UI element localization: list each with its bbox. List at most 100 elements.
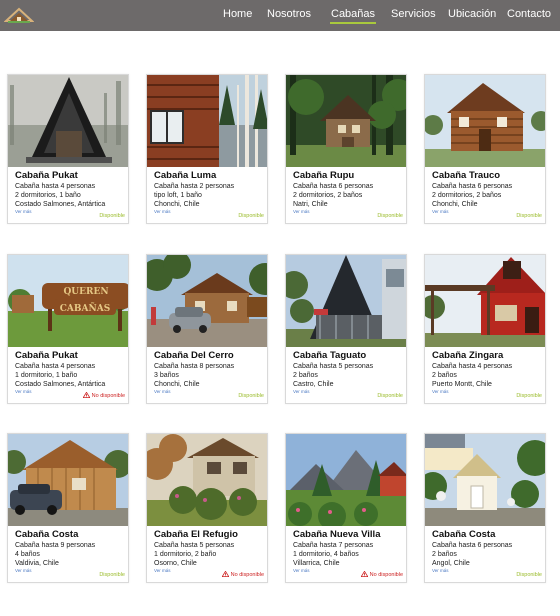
cabin-title: Cabaña Rupu (293, 170, 355, 181)
card-body: Cabaña Taguato Cabaña hasta 5 personas 2… (286, 347, 406, 403)
card-body: Cabaña Del Cerro Cabaña hasta 8 personas… (147, 347, 267, 403)
cabin-card[interactable]: Cabaña Rupu Cabaña hasta 6 personas 2 do… (285, 74, 407, 224)
cabin-title: Cabaña El Refugio (154, 529, 238, 540)
cabin-card[interactable]: Cabaña El Refugio Cabaña hasta 5 persona… (146, 433, 268, 583)
cabin-image[interactable]: QUEREN CABAÑAS (8, 255, 128, 347)
cabin-rooms: 1 dormitorio, 4 baños (293, 551, 359, 558)
nav-home[interactable]: Home (223, 8, 252, 20)
cabin-card[interactable]: Cabaña Taguato Cabaña hasta 5 personas 2… (285, 254, 407, 404)
cabin-card[interactable]: Cabaña Pukat Cabaña hasta 4 personas 2 d… (7, 74, 129, 224)
cabin-capacity: Cabaña hasta 7 personas (293, 542, 374, 549)
availability-badge: Disponible (377, 393, 403, 399)
warning-icon (221, 571, 229, 577)
cabin-image[interactable] (147, 434, 267, 526)
nav-ubicacion[interactable]: Ubicación (448, 8, 496, 20)
cabin-title: Cabaña Trauco (432, 170, 501, 181)
card-body: Cabaña Luma Cabaña hasta 2 personas tipo… (147, 167, 267, 223)
cabin-card[interactable]: Cabaña Del Cerro Cabaña hasta 8 personas… (146, 254, 268, 404)
card-body: Cabaña Rupu Cabaña hasta 6 personas 2 do… (286, 167, 406, 223)
svg-text:QUEREN: QUEREN (63, 287, 108, 297)
cabin-rooms: 1 dormitorio, 1 baño (15, 372, 78, 379)
availability-badge: Disponible (516, 572, 542, 578)
cabin-image[interactable] (147, 75, 267, 167)
cabin-card[interactable]: Cabaña Costa Cabaña hasta 9 personas 4 b… (7, 433, 129, 583)
ver-mas-link[interactable]: Ver más (154, 209, 171, 214)
cabin-title: Cabaña Costa (432, 529, 496, 540)
cabin-location: Chonchi, Chile (154, 381, 200, 388)
ver-mas-link[interactable]: Ver más (432, 568, 449, 573)
cabin-capacity: Cabaña hasta 4 personas (15, 363, 96, 370)
nav-nosotros[interactable]: Nosotros (267, 8, 311, 20)
cabin-photo (286, 75, 406, 167)
ver-mas-link[interactable]: Ver más (293, 389, 310, 394)
cabin-image[interactable] (286, 255, 406, 347)
cabin-location: Chonchi, Chile (154, 201, 200, 208)
availability-text: Disponible (377, 393, 403, 399)
cabin-photo: QUEREN CABAÑAS (8, 255, 128, 347)
ver-mas-link[interactable]: Ver más (15, 568, 32, 573)
cabin-location: Osorno, Chile (154, 560, 197, 567)
cabin-image[interactable] (425, 255, 545, 347)
cabin-image[interactable] (147, 255, 267, 347)
card-body: Cabaña El Refugio Cabaña hasta 5 persona… (147, 526, 267, 582)
cabin-capacity: Cabaña hasta 2 personas (154, 183, 235, 190)
ver-mas-link[interactable]: Ver más (154, 389, 171, 394)
cabin-image[interactable] (425, 434, 545, 526)
availability-text: Disponible (238, 213, 264, 219)
ver-mas-link[interactable]: Ver más (432, 209, 449, 214)
cabin-card[interactable]: Cabaña Zingara Cabaña hasta 4 personas 2… (424, 254, 546, 404)
cabin-photo (8, 75, 128, 167)
availability-badge: Disponible (238, 393, 264, 399)
cabin-card[interactable]: Cabaña Costa Cabaña hasta 6 personas 2 b… (424, 433, 546, 583)
cabin-card[interactable]: Cabaña Nueva Villa Cabaña hasta 7 person… (285, 433, 407, 583)
availability-text: Disponible (516, 572, 542, 578)
cabin-card[interactable]: Cabaña Luma Cabaña hasta 2 personas tipo… (146, 74, 268, 224)
cabin-location: Puerto Montt, Chile (432, 381, 492, 388)
cabin-photo (425, 255, 545, 347)
cabin-capacity: Cabaña hasta 5 personas (154, 542, 235, 549)
cabin-rooms: tipo loft, 1 baño (154, 192, 202, 199)
cabin-card[interactable]: Cabaña Trauco Cabaña hasta 6 personas 2 … (424, 74, 546, 224)
ver-mas-link[interactable]: Ver más (15, 209, 32, 214)
cabin-title: Cabaña Costa (15, 529, 79, 540)
cabin-photo (147, 75, 267, 167)
ver-mas-link[interactable]: Ver más (15, 389, 32, 394)
logo-icon[interactable] (3, 5, 35, 25)
cabin-location: Chonchi, Chile (432, 201, 478, 208)
ver-mas-link[interactable]: Ver más (432, 389, 449, 394)
availability-text: Disponible (516, 393, 542, 399)
nav-cabanas[interactable]: Cabañas (329, 8, 377, 24)
cabin-capacity: Cabaña hasta 4 personas (15, 183, 96, 190)
cabin-title: Cabaña Pukat (15, 350, 78, 361)
cabin-image[interactable] (8, 434, 128, 526)
cabin-image[interactable] (425, 75, 545, 167)
ver-mas-link[interactable]: Ver más (293, 568, 310, 573)
cabin-card[interactable]: QUEREN CABAÑAS Cabaña Pukat Cabaña hasta… (7, 254, 129, 404)
cabin-image[interactable] (8, 75, 128, 167)
nav-contacto[interactable]: Contacto (507, 8, 551, 20)
cabin-rooms: 2 baños (432, 551, 457, 558)
ver-mas-link[interactable]: Ver más (293, 209, 310, 214)
cabin-rooms: 2 baños (293, 372, 318, 379)
availability-badge: Disponible (516, 393, 542, 399)
navbar: Home Nosotros Cabañas Servicios Ubicació… (0, 0, 560, 31)
warning-icon (360, 571, 368, 577)
cabin-photo (8, 434, 128, 526)
cabin-location: Villarrica, Chile (293, 560, 340, 567)
cabin-image[interactable] (286, 75, 406, 167)
warning-icon (82, 392, 90, 398)
card-body: Cabaña Zingara Cabaña hasta 4 personas 2… (425, 347, 545, 403)
ver-mas-link[interactable]: Ver más (154, 568, 171, 573)
availability-badge: Disponible (99, 213, 125, 219)
availability-text: No disponible (91, 393, 125, 399)
cabin-photo (425, 434, 545, 526)
cabin-location: Angol, Chile (432, 560, 470, 567)
cabin-title: Cabaña Zingara (432, 350, 504, 361)
cabin-image[interactable] (286, 434, 406, 526)
availability-text: No disponible (230, 572, 264, 578)
cabin-title: Cabaña Luma (154, 170, 217, 181)
nav-servicios[interactable]: Servicios (391, 8, 436, 20)
cabin-capacity: Cabaña hasta 6 personas (293, 183, 374, 190)
cabin-rooms: 1 dormitorio, 2 baño (154, 551, 217, 558)
card-body: Cabaña Pukat Cabaña hasta 4 personas 1 d… (8, 347, 128, 403)
